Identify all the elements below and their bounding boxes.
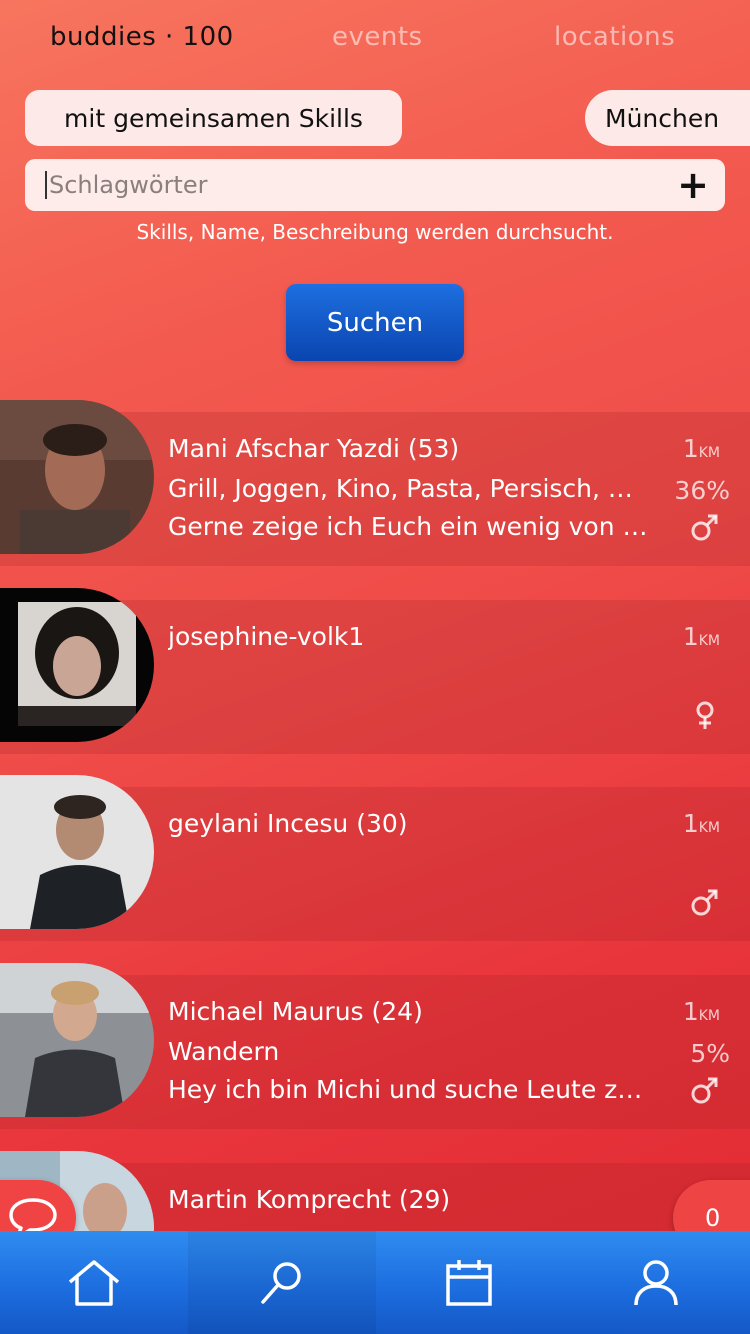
result-card-mani[interactable]: Mani Afschar Yazdi (53) Grill, Joggen, K… [0,400,750,566]
nav-calendar[interactable] [375,1231,563,1334]
search-icon [261,1261,301,1304]
buddy-description: Hey ich bin Michi und suche Leute zum Wa… [168,1075,648,1104]
distance: 1KM [683,434,720,463]
distance-value: 1 [682,809,699,838]
buddy-name: josephine-volk1 [168,622,365,651]
plus-icon[interactable]: + [671,163,715,207]
distance-value: 1 [682,997,699,1026]
keyword-search-box: + [25,159,725,211]
avatar-photo-michael [0,963,154,1117]
distance-value: 1 [682,434,699,463]
nav-profile[interactable] [562,1231,750,1334]
keyword-input[interactable] [45,171,665,199]
avatar [0,588,154,742]
home-icon [68,1259,120,1306]
female-icon [696,701,714,729]
result-card-michael[interactable]: Michael Maurus (24) Wandern Hey ich bin … [0,963,750,1129]
top-tabs: buddies · 100 events locations [0,22,750,68]
city-filter-chip[interactable]: München [585,90,750,146]
match-percent: 36% [674,476,730,505]
avatar [0,400,154,554]
distance: 1KM [683,622,720,651]
distance: 1KM [683,809,720,838]
distance-unit: KM [698,633,720,649]
bottom-navigation [0,1231,750,1334]
distance-unit: KM [698,820,720,836]
tab-buddies[interactable]: buddies · 100 [50,22,234,52]
buddy-skills: Grill, Joggen, Kino, Pasta, Persisch, Re… [168,474,648,503]
avatar [0,775,154,929]
avatar-photo-mani [0,400,154,554]
male-icon [691,889,718,916]
buddy-name: geylani Incesu (30) [168,809,408,838]
user-icon [634,1259,678,1305]
match-percent: 5% [690,1039,730,1068]
buddy-description: Gerne zeige ich Euch ein wenig von Münch… [168,512,648,541]
distance-unit: KM [698,1008,720,1024]
avatar-photo-geylani [0,775,154,929]
result-card-geylani[interactable]: geylani Incesu (30) 1KM [0,775,750,941]
search-button[interactable]: Suchen [286,284,464,361]
search-hint: Skills, Name, Beschreibung werden durchs… [136,220,614,244]
distance: 1KM [683,997,720,1026]
result-card-josephine[interactable]: josephine-volk1 1KM [0,588,750,754]
avatar-photo-josephine [0,588,154,742]
tab-events[interactable]: events [332,22,423,52]
calendar-icon [446,1259,492,1306]
buddy-name: Martin Komprecht (29) [168,1185,451,1214]
distance-value: 1 [682,622,699,651]
nav-home[interactable] [0,1231,188,1334]
male-icon [691,514,718,541]
nav-search[interactable] [188,1231,376,1334]
avatar [0,963,154,1117]
distance-unit: KM [698,445,720,461]
skills-filter-chip[interactable]: mit gemeinsamen Skills [25,90,402,146]
tab-locations[interactable]: locations [554,22,675,52]
male-icon [691,1077,718,1104]
buddy-name: Mani Afschar Yazdi (53) [168,434,460,463]
buddy-skills: Wandern [168,1037,280,1066]
buddy-name: Michael Maurus (24) [168,997,423,1026]
